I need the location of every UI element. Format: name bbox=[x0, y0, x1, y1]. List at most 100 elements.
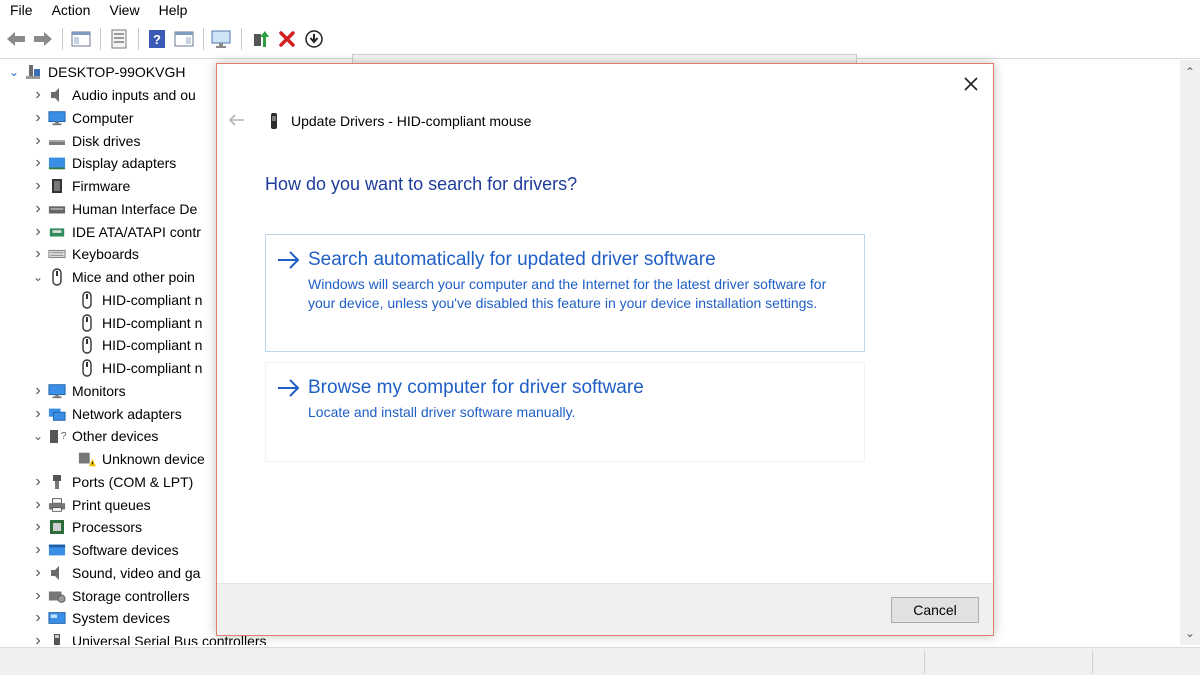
dialog-title-text: Update Drivers - HID-compliant mouse bbox=[291, 113, 532, 129]
chevron-right-icon[interactable]: › bbox=[30, 607, 46, 629]
status-bar bbox=[0, 647, 1200, 675]
dialog-heading: How do you want to search for drivers? bbox=[265, 174, 578, 194]
tree-category[interactable]: › Human Interface De bbox=[30, 198, 197, 220]
scroll-up-icon[interactable]: ⌃ bbox=[1180, 62, 1200, 82]
console-tree-icon bbox=[71, 31, 91, 47]
browse-computer-option[interactable]: Browse my computer for driver software L… bbox=[265, 362, 865, 462]
chevron-right-icon[interactable]: › bbox=[30, 198, 46, 220]
properties-button[interactable] bbox=[107, 27, 131, 51]
vertical-scrollbar[interactable]: ⌃ ⌄ bbox=[1180, 60, 1200, 645]
computer-icon bbox=[24, 63, 42, 81]
keyboard-icon bbox=[48, 245, 66, 263]
chevron-right-icon[interactable]: › bbox=[30, 84, 46, 106]
tree-category[interactable]: › Network adapters bbox=[30, 403, 181, 425]
tree-category[interactable]: › Ports (COM & LPT) bbox=[30, 471, 193, 493]
menu-help[interactable]: Help bbox=[149, 3, 197, 17]
uninstall-device-button[interactable] bbox=[275, 27, 299, 51]
scrollbar-thumb[interactable] bbox=[1183, 82, 1197, 622]
tree-category[interactable]: › Display adapters bbox=[30, 152, 176, 174]
tree-item-label: Software devices bbox=[72, 542, 179, 558]
chevron-down-icon[interactable]: ⌄ bbox=[30, 266, 46, 288]
tree-category[interactable]: › Processors bbox=[30, 516, 142, 538]
tree-category[interactable]: ⌄ Mice and other poin bbox=[30, 266, 195, 288]
tree-category[interactable]: › Computer bbox=[30, 107, 133, 129]
action-pane-button[interactable] bbox=[172, 27, 196, 51]
option-description: Windows will search your computer and th… bbox=[308, 276, 827, 311]
mouse-icon bbox=[78, 313, 96, 332]
close-button[interactable] bbox=[959, 72, 983, 96]
cancel-button[interactable]: Cancel bbox=[891, 597, 979, 623]
tree-item-label: Other devices bbox=[72, 428, 159, 445]
chevron-right-icon[interactable]: › bbox=[30, 243, 46, 265]
chevron-right-icon[interactable]: › bbox=[30, 585, 46, 607]
tree-category[interactable]: › Audio inputs and ou bbox=[30, 84, 195, 106]
chevron-right-icon[interactable]: › bbox=[30, 630, 46, 645]
chevron-right-icon[interactable]: › bbox=[30, 107, 46, 129]
mouse-icon bbox=[48, 268, 66, 286]
tree-category[interactable]: › IDE ATA/ATAPI contr bbox=[30, 221, 201, 243]
disable-device-button[interactable] bbox=[302, 27, 326, 51]
help-icon: ? bbox=[149, 30, 165, 48]
tree-item-label: HID-compliant n bbox=[102, 314, 203, 331]
menu-file[interactable]: File bbox=[0, 3, 42, 17]
tree-root-label: DESKTOP-99OKVGH bbox=[48, 64, 186, 80]
chevron-right-icon[interactable]: › bbox=[30, 403, 46, 425]
arrow-right-icon bbox=[278, 251, 300, 269]
tree-child-item[interactable]: HID-compliant n bbox=[58, 289, 202, 311]
tree-item-label: Monitors bbox=[72, 382, 126, 399]
tree-category[interactable]: › Firmware bbox=[30, 175, 130, 197]
hid-icon bbox=[48, 200, 66, 218]
tree-category[interactable]: › Sound, video and ga bbox=[30, 562, 200, 584]
chevron-down-icon[interactable]: ⌄ bbox=[30, 425, 46, 447]
search-automatically-option[interactable]: Search automatically for updated driver … bbox=[265, 234, 865, 352]
tree-item-label: Display adapters bbox=[72, 155, 177, 172]
back-arrow-icon bbox=[7, 32, 25, 46]
scroll-down-icon[interactable]: ⌄ bbox=[1180, 623, 1200, 643]
tree-category[interactable]: › Print queues bbox=[30, 494, 150, 516]
tree-child-item[interactable]: Unknown device bbox=[58, 448, 205, 470]
storage-icon bbox=[48, 587, 66, 605]
menu-view[interactable]: View bbox=[99, 3, 148, 17]
show-hide-console-tree-button[interactable] bbox=[69, 27, 93, 51]
chevron-right-icon[interactable]: › bbox=[30, 175, 46, 197]
svg-text:?: ? bbox=[61, 431, 66, 442]
chevron-right-icon[interactable]: › bbox=[30, 562, 46, 584]
port-icon bbox=[48, 473, 66, 491]
tree-item-label: System devices bbox=[72, 610, 171, 627]
tree-child-item[interactable]: HID-compliant n bbox=[58, 334, 202, 356]
tree-child-item[interactable]: HID-compliant n bbox=[58, 312, 202, 334]
tree-category[interactable]: › Storage controllers bbox=[30, 585, 189, 607]
chevron-right-icon[interactable]: › bbox=[30, 516, 46, 538]
tree-category[interactable]: › Software devices bbox=[30, 539, 179, 561]
chevron-down-icon[interactable]: ⌄ bbox=[6, 61, 22, 83]
back-button[interactable] bbox=[4, 27, 28, 51]
tree-item-label: Ports (COM & LPT) bbox=[72, 473, 194, 490]
monitor-icon bbox=[48, 382, 66, 400]
tree-category[interactable]: › System devices bbox=[30, 607, 170, 629]
menu-action[interactable]: Action bbox=[42, 3, 100, 17]
chevron-right-icon[interactable]: › bbox=[30, 130, 46, 152]
update-driver-button[interactable] bbox=[248, 27, 272, 51]
scan-hardware-button[interactable] bbox=[210, 27, 234, 51]
chevron-right-icon[interactable]: › bbox=[30, 494, 46, 516]
chevron-right-icon[interactable]: › bbox=[30, 380, 46, 402]
tree-root[interactable]: ⌄ DESKTOP-99OKVGH bbox=[6, 61, 185, 83]
action-pane-icon bbox=[174, 31, 194, 47]
help-button[interactable]: ? bbox=[145, 27, 169, 51]
back-button[interactable] bbox=[227, 110, 247, 130]
tree-category[interactable]: › Disk drives bbox=[30, 130, 140, 152]
chevron-right-icon[interactable]: › bbox=[30, 471, 46, 493]
tree-child-item[interactable]: HID-compliant n bbox=[58, 357, 202, 379]
chevron-right-icon[interactable]: › bbox=[30, 539, 46, 561]
chevron-right-icon[interactable]: › bbox=[30, 152, 46, 174]
tree-category[interactable]: › Keyboards bbox=[30, 243, 139, 265]
display-adapter-icon bbox=[48, 154, 66, 172]
tree-category[interactable]: ⌄? Other devices bbox=[30, 425, 158, 447]
mouse-icon bbox=[78, 291, 96, 309]
dialog-footer: Cancel bbox=[217, 583, 993, 635]
speaker-icon bbox=[48, 564, 66, 582]
chevron-right-icon[interactable]: › bbox=[30, 221, 46, 243]
tree-category[interactable]: › Monitors bbox=[30, 380, 126, 402]
tree-item-label: Keyboards bbox=[72, 246, 139, 263]
forward-button[interactable] bbox=[31, 27, 55, 51]
